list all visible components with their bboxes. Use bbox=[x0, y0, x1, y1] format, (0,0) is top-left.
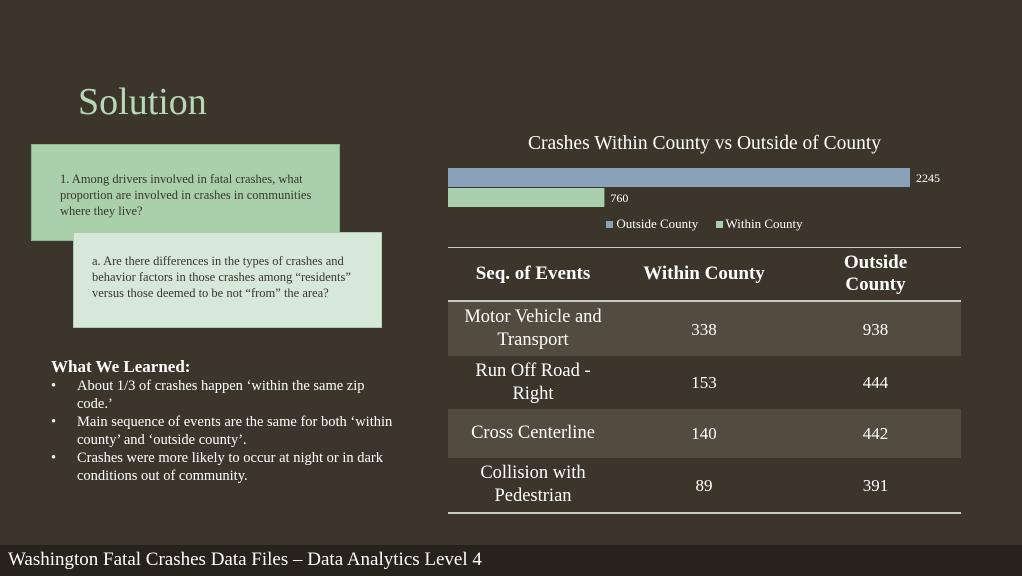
table-row: Run Off Road - Right 153 444 bbox=[448, 356, 961, 409]
within-count: 89 bbox=[695, 475, 713, 495]
outside-count: 938 bbox=[790, 301, 961, 356]
legend-item-within: Within County bbox=[715, 216, 803, 232]
column-header-seq: Seq. of Events bbox=[448, 247, 618, 302]
column-header-outside: Outside County bbox=[790, 247, 961, 302]
legend-label-outside: Outside County bbox=[616, 216, 699, 231]
bar-outside-county bbox=[448, 168, 910, 187]
events-table: Seq. of Events Within County Outside Cou… bbox=[448, 247, 961, 514]
data-label-within-county: 760 bbox=[610, 191, 628, 205]
legend-label-within: Within County bbox=[725, 216, 803, 231]
chart-legend: Outside County Within County bbox=[448, 216, 961, 232]
bar-within-county bbox=[448, 188, 605, 207]
column-header-within: Within County bbox=[618, 247, 790, 302]
outside-count: 391 bbox=[862, 475, 889, 495]
event-name: Collision with Pedestrian bbox=[480, 463, 586, 506]
outside-count: 442 bbox=[790, 409, 961, 458]
table-row: Motor Vehicle and Transport 338 938 bbox=[448, 301, 961, 356]
data-label-outside-county: 2245 bbox=[916, 171, 940, 185]
table-row: Cross Centerline 140 442 bbox=[448, 409, 961, 458]
event-name: Run Off Road - Right bbox=[475, 360, 591, 404]
legend-swatch-within bbox=[715, 221, 723, 228]
legend-item-outside: Outside County bbox=[606, 216, 698, 232]
legend-swatch-outside bbox=[606, 221, 614, 228]
event-name: Cross Centerline bbox=[448, 409, 618, 458]
event-name: Motor Vehicle and Transport bbox=[448, 301, 618, 356]
table-row: Collision with Pedestrian 89 391 bbox=[448, 458, 961, 513]
table-header-row: Seq. of Events Within County Outside Cou… bbox=[448, 247, 961, 302]
within-count: 140 bbox=[618, 409, 790, 458]
footer-bar: Washington Fatal Crashes Data Files – Da… bbox=[0, 545, 1022, 576]
within-count: 153 bbox=[691, 373, 717, 392]
within-count: 338 bbox=[618, 301, 790, 356]
outside-count: 444 bbox=[862, 373, 889, 392]
